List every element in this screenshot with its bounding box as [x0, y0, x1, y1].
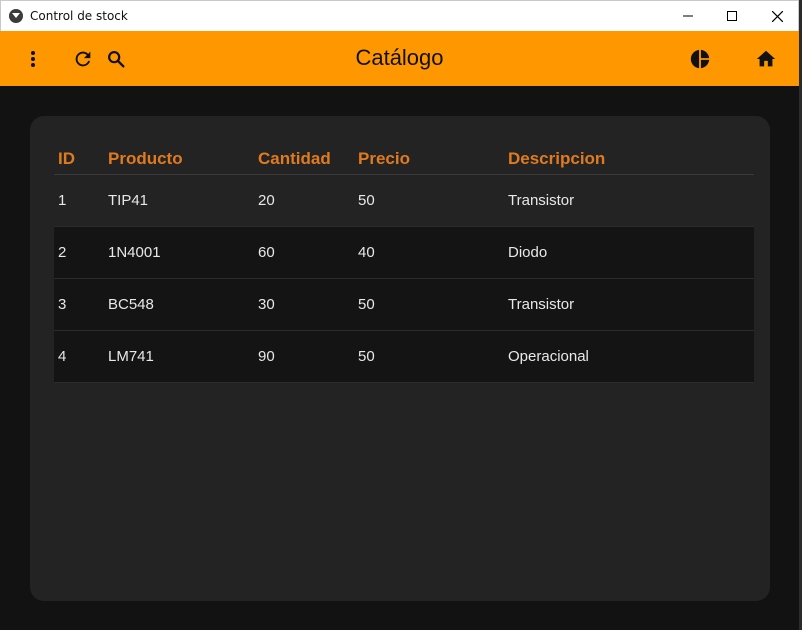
cell-id: 1	[58, 192, 67, 209]
cell-precio: 50	[358, 192, 375, 209]
header-producto[interactable]: Producto	[108, 149, 183, 169]
app-icon	[9, 9, 23, 23]
cell-producto: 1N4001	[108, 244, 161, 261]
window-title: Control de stock	[30, 9, 128, 23]
cell-descripcion: Diodo	[508, 244, 548, 261]
maximize-icon	[727, 11, 737, 21]
maximize-button[interactable]	[709, 1, 755, 31]
table-header: ID Producto Cantidad Precio Descripcion	[54, 144, 754, 175]
cell-cantidad: 30	[258, 296, 275, 313]
stock-table: ID Producto Cantidad Precio Descripcion …	[54, 144, 754, 383]
minimize-icon	[683, 15, 693, 17]
close-button[interactable]	[754, 1, 800, 31]
table-row[interactable]: 2 1N4001 60 40 Diodo	[54, 227, 754, 279]
pie-chart-icon	[690, 49, 710, 69]
header-descripcion[interactable]: Descripcion	[508, 149, 605, 169]
cell-precio: 50	[358, 296, 375, 313]
cell-precio: 50	[358, 348, 375, 365]
cell-descripcion: Transistor	[508, 296, 575, 313]
cell-producto: BC548	[108, 296, 154, 313]
home-button[interactable]	[754, 47, 778, 71]
header-cantidad[interactable]: Cantidad	[258, 149, 331, 169]
chart-button[interactable]	[688, 47, 712, 71]
table-row[interactable]: 1 TIP41 20 50 Transistor	[54, 175, 754, 227]
cell-producto: TIP41	[108, 192, 149, 209]
cell-id: 3	[58, 296, 67, 313]
header-id[interactable]: ID	[58, 149, 75, 169]
minimize-button[interactable]	[665, 1, 711, 31]
close-icon	[771, 10, 783, 22]
catalog-card: ID Producto Cantidad Precio Descripcion …	[30, 116, 770, 601]
cell-precio: 40	[358, 244, 375, 261]
header-precio[interactable]: Precio	[358, 149, 410, 169]
cell-id: 2	[58, 244, 67, 261]
cell-cantidad: 20	[258, 192, 275, 209]
cell-cantidad: 90	[258, 348, 275, 365]
home-icon	[756, 50, 776, 67]
cell-producto: LM741	[108, 348, 154, 365]
cell-descripcion: Operacional	[508, 348, 589, 365]
cell-cantidad: 60	[258, 244, 275, 261]
window-titlebar: Control de stock	[0, 0, 799, 31]
cell-id: 4	[58, 348, 67, 365]
app-toolbar: Catálogo	[0, 31, 799, 86]
table-row[interactable]: 4 LM741 90 50 Operacional	[54, 331, 754, 383]
page-title: Catálogo	[355, 45, 444, 70]
table-row[interactable]: 3 BC548 30 50 Transistor	[54, 279, 754, 331]
cell-descripcion: Transistor	[508, 192, 575, 209]
